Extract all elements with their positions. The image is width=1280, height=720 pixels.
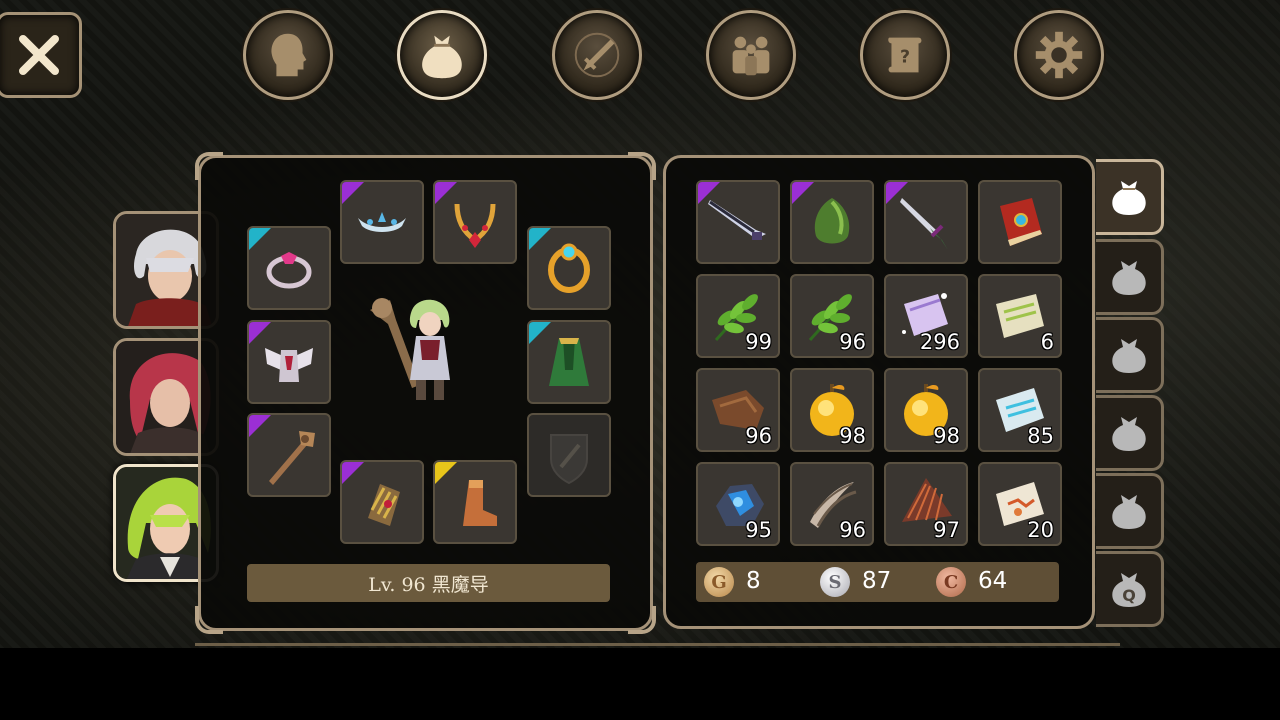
inventory-slot[interactable]: 96 xyxy=(790,462,874,546)
inventory-slot[interactable]: 97 xyxy=(884,462,968,546)
copper-amount: 64 xyxy=(978,568,1008,594)
item-count: 97 xyxy=(933,518,960,542)
silver-amount: 87 xyxy=(862,568,892,594)
inventory-slot[interactable]: 6 xyxy=(978,274,1062,358)
item-count: 85 xyxy=(1027,424,1054,448)
head-silhouette-icon xyxy=(271,33,307,77)
dark-sword-icon xyxy=(708,200,766,240)
equip-slot-ring-right[interactable] xyxy=(527,226,611,310)
svg-text:?: ? xyxy=(900,48,910,68)
winged-armor-icon xyxy=(265,348,313,382)
shield-placeholder-icon xyxy=(550,434,588,485)
item-count: 95 xyxy=(745,518,772,542)
tab-inventory[interactable] xyxy=(397,10,487,100)
inventory-slot[interactable]: 296 xyxy=(884,274,968,358)
bag-tab-3[interactable] xyxy=(1096,317,1164,393)
tab-settings[interactable] xyxy=(1014,10,1104,100)
sword-compass-icon xyxy=(574,32,620,78)
equip-slot-cloak[interactable] xyxy=(527,320,611,404)
character-level-label: Lv. 96 黑魔导 xyxy=(247,564,610,602)
close-button[interactable] xyxy=(0,12,82,98)
red-book-icon xyxy=(1000,198,1042,246)
inventory-slot[interactable]: 96 xyxy=(790,274,874,358)
inventory-slot[interactable]: 95 xyxy=(696,462,780,546)
inventory-slot[interactable]: 85 xyxy=(978,368,1062,452)
boots-icon xyxy=(463,480,497,526)
green-cloak-icon xyxy=(549,338,589,386)
character-sprite xyxy=(370,298,450,400)
equip-slot-necklace[interactable] xyxy=(433,180,517,264)
equip-slot-gloves[interactable] xyxy=(340,460,424,544)
item-count: 6 xyxy=(1040,330,1054,354)
inventory-slot[interactable]: 96 xyxy=(696,368,780,452)
bag-icon xyxy=(422,35,462,79)
gear-icon xyxy=(1035,31,1083,79)
bag-icon xyxy=(1111,339,1146,373)
quest-bag-icon: Q xyxy=(1111,573,1146,607)
panel-corner xyxy=(195,606,223,634)
item-count: 96 xyxy=(839,518,866,542)
item-count: 20 xyxy=(1027,518,1054,542)
bag-tab-quest[interactable]: Q xyxy=(1096,551,1164,627)
tab-character[interactable] xyxy=(243,10,333,100)
silver-coin-icon: S xyxy=(820,567,850,597)
inventory-slot[interactable]: 99 xyxy=(696,274,780,358)
panel-corner xyxy=(195,152,223,180)
bag-tab-4[interactable] xyxy=(1096,395,1164,471)
bag-tab-5[interactable] xyxy=(1096,473,1164,549)
item-count: 96 xyxy=(745,424,772,448)
party-icon xyxy=(732,36,770,76)
equip-slot-ring-left[interactable] xyxy=(247,226,331,310)
inventory-slot[interactable] xyxy=(790,180,874,264)
bag-icon xyxy=(1111,417,1146,451)
inventory-slot[interactable]: 98 xyxy=(884,368,968,452)
staff-weapon-icon xyxy=(269,431,315,485)
item-count: 98 xyxy=(839,424,866,448)
equip-slot-boots[interactable] xyxy=(433,460,517,544)
tiara-icon xyxy=(358,212,406,232)
green-gem-icon xyxy=(814,198,850,244)
equip-slot-armor[interactable] xyxy=(247,320,331,404)
inventory-slot[interactable]: 98 xyxy=(790,368,874,452)
equip-slot-weapon[interactable] xyxy=(247,413,331,497)
inventory-slot[interactable] xyxy=(696,180,780,264)
gold-ring-icon xyxy=(548,243,590,293)
tab-party[interactable] xyxy=(706,10,796,100)
necklace-icon xyxy=(454,203,496,248)
bottom-divider xyxy=(195,643,1120,646)
panel-corner xyxy=(628,152,656,180)
bottom-black-area xyxy=(0,648,1280,720)
close-icon xyxy=(17,33,61,77)
item-count: 296 xyxy=(919,330,960,354)
currency-bar: G 8 S 87 C 64 xyxy=(696,562,1059,602)
gauntlet-icon xyxy=(368,484,400,526)
equip-slot-tiara[interactable] xyxy=(340,180,424,264)
inventory-slot[interactable] xyxy=(884,180,968,264)
dagger-icon xyxy=(900,198,948,250)
item-count: 96 xyxy=(839,330,866,354)
panel-corner xyxy=(628,606,656,634)
inventory-slot[interactable]: 20 xyxy=(978,462,1062,546)
item-count: 98 xyxy=(933,424,960,448)
tab-skills[interactable] xyxy=(552,10,642,100)
quest-scroll-icon: ? xyxy=(888,37,922,73)
gold-amount: 8 xyxy=(746,568,761,594)
pink-ring-icon xyxy=(266,252,312,289)
item-count: 99 xyxy=(745,330,772,354)
inventory-slot[interactable] xyxy=(978,180,1062,264)
bag-icon xyxy=(1111,261,1146,295)
equip-slot-offhand-empty[interactable] xyxy=(527,413,611,497)
copper-coin-icon: C xyxy=(936,567,966,597)
quest-tab-letter: Q xyxy=(1122,586,1136,605)
bag-tab-1[interactable] xyxy=(1096,159,1164,235)
bag-icon xyxy=(1111,495,1146,529)
gold-coin-icon: G xyxy=(704,567,734,597)
tab-quests[interactable]: ? xyxy=(860,10,950,100)
bag-tab-2[interactable] xyxy=(1096,239,1164,315)
bag-icon xyxy=(1111,181,1146,215)
